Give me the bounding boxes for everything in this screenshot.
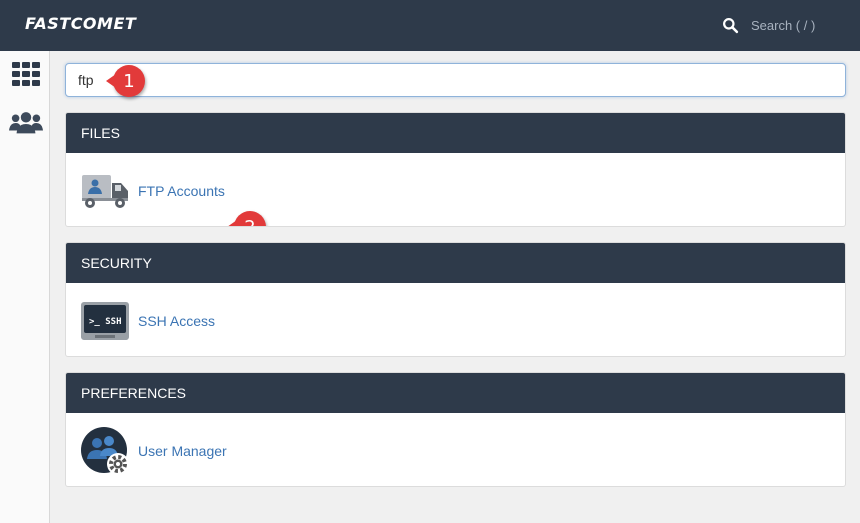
tool-search-box[interactable] (65, 63, 846, 97)
header-search[interactable]: Search ( / ) (722, 14, 815, 36)
ssh-access-label[interactable]: SSH Access (138, 313, 215, 329)
users-icon[interactable] (9, 108, 43, 138)
svg-text:>_ SSH: >_ SSH (89, 317, 122, 327)
panel-security: SECURITY >_ SSH SSH Access (65, 242, 846, 357)
ftp-accounts-link[interactable]: FTP Accounts (80, 167, 225, 215)
tool-search-input[interactable] (66, 64, 845, 96)
header-search-placeholder: Search ( / ) (751, 17, 816, 33)
top-bar: FASTCOMET Search ( / ) (0, 0, 860, 51)
user-manager-icon (80, 427, 130, 475)
user-manager-label[interactable]: User Manager (138, 443, 227, 459)
user-manager-link[interactable]: User Manager (80, 427, 227, 475)
panel-preferences: PREFERENCES User Manager (65, 372, 846, 487)
panel-files-title: FILES (66, 113, 845, 153)
sidebar (0, 51, 50, 523)
panel-security-title: SECURITY (66, 243, 845, 283)
step-badge-1: 1 (106, 65, 145, 97)
brand-logo[interactable]: FASTCOMET (25, 14, 136, 33)
search-icon (723, 17, 739, 33)
panel-files: FILES FTP Accounts 2 (65, 112, 846, 227)
ssh-terminal-icon: >_ SSH (80, 297, 130, 345)
step-badge-2: 2 (227, 211, 266, 226)
ftp-truck-icon (80, 167, 130, 215)
ssh-access-link[interactable]: >_ SSH SSH Access (80, 297, 215, 345)
ftp-accounts-label[interactable]: FTP Accounts (138, 183, 225, 199)
panel-preferences-title: PREFERENCES (66, 373, 845, 413)
grid-icon[interactable] (9, 59, 43, 89)
